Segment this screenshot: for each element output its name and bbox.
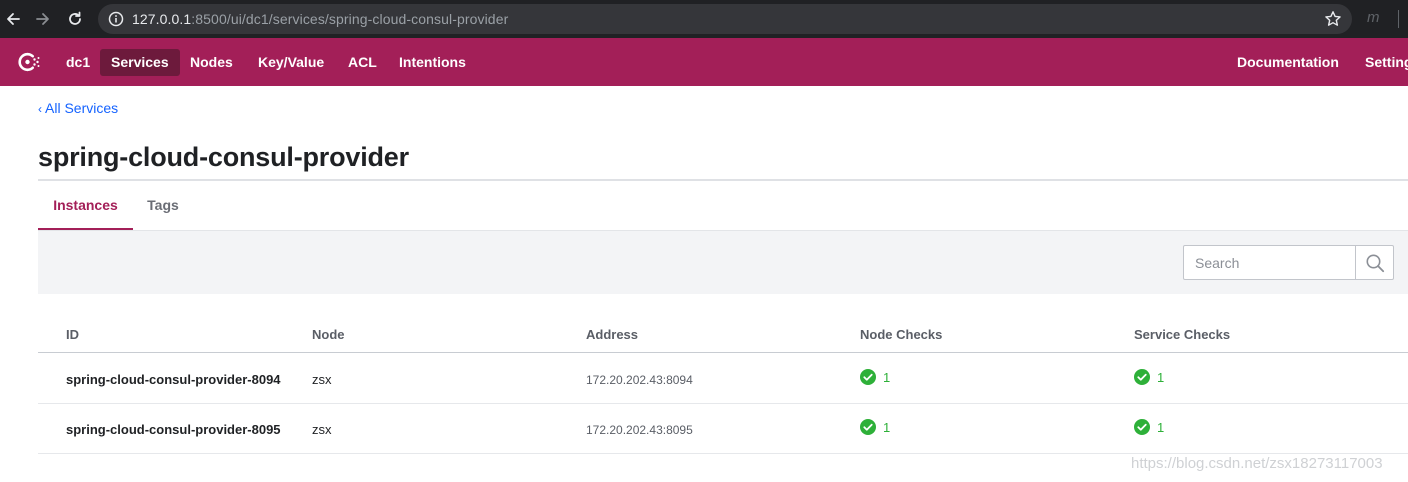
watermark: https://blog.csdn.net/zsx18273117003 [1131, 455, 1383, 472]
row-divider [38, 453, 1408, 454]
node-checks-count: 1 [883, 369, 891, 385]
nav-nodes[interactable]: Nodes [179, 49, 244, 76]
service-checks-status[interactable]: 1 [1134, 369, 1164, 385]
nav-documentation[interactable]: Documentation [1226, 49, 1350, 76]
instance-address: 172.20.202.43:8095 [586, 423, 693, 437]
datacenter-selector[interactable]: dc1 [55, 49, 101, 76]
table-header-divider [38, 352, 1408, 353]
service-checks-count: 1 [1157, 419, 1165, 435]
url-host: 127.0.0.1 [132, 11, 192, 27]
column-header-service-checks[interactable]: Service Checks [1134, 327, 1230, 342]
url-text: 127.0.0.1:8500/ui/dc1/services/spring-cl… [132, 11, 508, 27]
title-divider [38, 179, 1408, 181]
breadcrumb-all-services[interactable]: ‹ All Services [38, 100, 118, 116]
node-checks-status[interactable]: 1 [860, 419, 890, 435]
column-header-node-checks[interactable]: Node Checks [860, 327, 942, 342]
page-title: spring-cloud-consul-provider [38, 142, 409, 172]
search-input[interactable] [1185, 247, 1353, 278]
reload-icon[interactable] [65, 9, 85, 29]
instance-node[interactable]: zsx [312, 372, 332, 387]
tab-instances[interactable]: Instances [38, 181, 133, 230]
url-path: :8500/ui/dc1/services/spring-cloud-consu… [191, 11, 509, 27]
search-icon [1366, 254, 1384, 272]
top-navigation: dc1 Services Nodes Key/Value ACL Intenti… [0, 38, 1408, 86]
instance-node[interactable]: zsx [312, 422, 332, 437]
consul-logo-icon[interactable] [13, 50, 43, 74]
column-header-address[interactable]: Address [586, 327, 638, 342]
back-arrow-icon[interactable] [3, 9, 23, 29]
column-header-node[interactable]: Node [312, 327, 345, 342]
star-icon[interactable] [1324, 10, 1342, 28]
nav-intentions[interactable]: Intentions [388, 49, 477, 76]
row-divider [38, 403, 1408, 404]
nav-services[interactable]: Services [100, 49, 180, 76]
nav-acl[interactable]: ACL [337, 49, 388, 76]
instance-id[interactable]: spring-cloud-consul-provider-8095 [66, 422, 281, 437]
breadcrumb-label: All Services [45, 100, 119, 116]
check-circle-icon [860, 419, 876, 435]
forward-arrow-icon[interactable] [33, 9, 53, 29]
column-header-id[interactable]: ID [66, 327, 79, 342]
profile-avatar[interactable]: m [1367, 9, 1380, 26]
nav-key-value[interactable]: Key/Value [247, 49, 335, 76]
instance-id[interactable]: spring-cloud-consul-provider-8094 [66, 372, 281, 387]
search-button[interactable] [1355, 246, 1393, 279]
node-checks-count: 1 [883, 419, 891, 435]
address-bar[interactable]: 127.0.0.1:8500/ui/dc1/services/spring-cl… [98, 4, 1352, 34]
chevron-left-icon: ‹ [38, 102, 42, 116]
check-circle-icon [1134, 369, 1150, 385]
nav-settings[interactable]: Settings [1354, 49, 1408, 76]
browser-toolbar: 127.0.0.1:8500/ui/dc1/services/spring-cl… [0, 0, 1408, 38]
check-circle-icon [1134, 419, 1150, 435]
instance-address: 172.20.202.43:8094 [586, 373, 693, 387]
node-checks-status[interactable]: 1 [860, 369, 890, 385]
service-checks-count: 1 [1157, 369, 1165, 385]
search-field [1183, 245, 1394, 280]
check-circle-icon [860, 369, 876, 385]
tab-tags[interactable]: Tags [133, 181, 193, 230]
service-checks-status[interactable]: 1 [1134, 419, 1164, 435]
toolbar-divider [1398, 10, 1399, 28]
info-icon[interactable] [108, 11, 124, 27]
